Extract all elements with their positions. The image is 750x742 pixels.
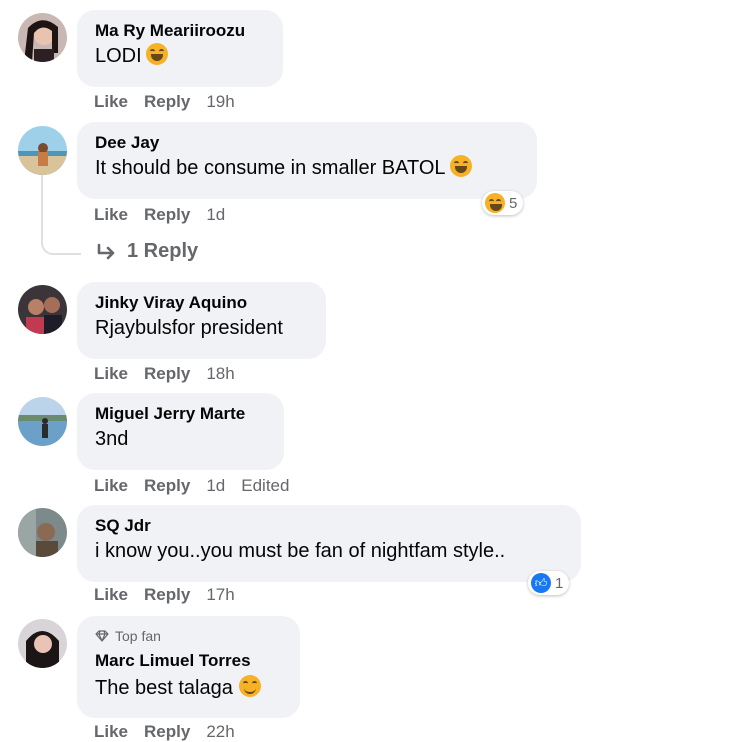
commenter-name[interactable]: Dee Jay <box>95 132 519 154</box>
like-button[interactable]: Like <box>94 205 128 225</box>
like-button[interactable]: Like <box>94 585 128 605</box>
diamond-icon <box>95 630 109 642</box>
like-reaction-icon: 👍︎ <box>531 573 551 593</box>
smiling-emoji-icon <box>238 675 261 697</box>
top-fan-badge[interactable]: Top fan <box>95 627 282 645</box>
comment-bubble: Dee Jay It should be consume in smaller … <box>77 122 537 199</box>
timestamp[interactable]: 19h <box>206 92 234 112</box>
like-button[interactable]: Like <box>94 722 128 742</box>
comment-actions: Like Reply 17h <box>94 585 251 605</box>
comment-text: Rjaybulsfor president <box>95 317 283 339</box>
avatar[interactable] <box>18 126 67 175</box>
comment-bubble: Miguel Jerry Marte 3nd <box>77 393 284 470</box>
comment-actions: Like Reply 19h <box>94 92 251 112</box>
timestamp[interactable]: 1d <box>206 205 225 225</box>
like-button[interactable]: Like <box>94 364 128 384</box>
comment-actions: Like Reply 22h <box>94 722 251 742</box>
avatar[interactable] <box>18 508 67 557</box>
timestamp[interactable]: 1d <box>206 476 225 496</box>
edited-label: Edited <box>241 476 290 495</box>
avatar[interactable] <box>18 13 67 62</box>
comment-bubble: Top fan Marc Limuel Torres The best tala… <box>77 616 300 718</box>
laughing-tears-emoji-icon <box>145 43 168 65</box>
avatar[interactable] <box>18 619 67 668</box>
avatar[interactable] <box>18 397 67 446</box>
like-button[interactable]: Like <box>94 476 128 496</box>
avatar[interactable] <box>18 285 67 334</box>
commenter-name[interactable]: Jinky Viray Aquino <box>95 292 308 314</box>
comment-bubble: Ma Ry Meariiroozu LODI <box>77 10 283 87</box>
timestamp[interactable]: 18h <box>206 364 234 384</box>
haha-reaction-icon <box>485 193 505 213</box>
comment-text: i know you..you must be fan of nightfam … <box>95 540 506 562</box>
reply-arrow-icon <box>97 243 115 259</box>
reaction-count[interactable]: 5 <box>482 191 524 215</box>
comment-text: 3nd <box>95 428 129 450</box>
reply-button[interactable]: Reply <box>144 585 190 605</box>
thread-connector <box>41 175 81 255</box>
view-replies-link[interactable]: 1 Reply <box>96 240 198 263</box>
reply-button[interactable]: Reply <box>144 364 190 384</box>
like-button[interactable]: Like <box>94 92 128 112</box>
comment-actions: Like Reply 18h <box>94 364 251 384</box>
comment-text: The best talaga <box>95 677 233 699</box>
commenter-name[interactable]: Miguel Jerry Marte <box>95 403 266 425</box>
comment-actions: Like Reply 1d <box>94 205 241 225</box>
commenter-name[interactable]: SQ Jdr <box>95 515 563 537</box>
reply-button[interactable]: Reply <box>144 92 190 112</box>
reply-button[interactable]: Reply <box>144 476 190 496</box>
timestamp[interactable]: 22h <box>206 722 234 742</box>
reply-button[interactable]: Reply <box>144 205 190 225</box>
commenter-name[interactable]: Ma Ry Meariiroozu <box>95 20 265 42</box>
comment-actions: Like Reply 1d Edited <box>94 476 305 496</box>
laughing-tears-emoji-icon <box>449 155 472 177</box>
comment-bubble: Jinky Viray Aquino Rjaybulsfor president <box>77 282 326 359</box>
comment-text: LODI <box>95 45 142 67</box>
comment-text: It should be consume in smaller BATOL <box>95 157 446 179</box>
reaction-count[interactable]: 👍︎ 1 <box>528 571 570 595</box>
reply-button[interactable]: Reply <box>144 722 190 742</box>
comment-bubble: SQ Jdr i know you..you must be fan of ni… <box>77 505 581 582</box>
timestamp[interactable]: 17h <box>206 585 234 605</box>
commenter-name[interactable]: Marc Limuel Torres <box>95 650 282 672</box>
